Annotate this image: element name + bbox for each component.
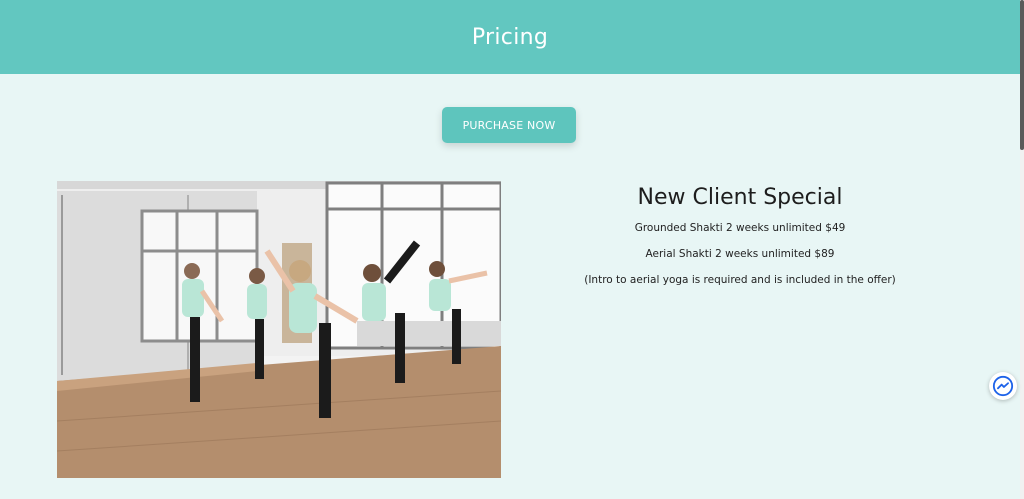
messenger-chat-button[interactable]: [989, 372, 1017, 400]
scrollbar-thumb[interactable]: [1020, 0, 1024, 150]
offer-note: (Intro to aerial yoga is required and is…: [584, 274, 896, 286]
yoga-class-illustration: [57, 181, 501, 478]
purchase-now-button[interactable]: PURCHASE NOW: [442, 107, 576, 143]
scrollbar[interactable]: [1020, 0, 1024, 499]
offer-line-aerial: Aerial Shakti 2 weeks unlimited $89: [645, 248, 835, 260]
offer-line-grounded: Grounded Shakti 2 weeks unlimited $49: [634, 222, 846, 234]
page-title: Pricing: [471, 24, 549, 50]
page-header: Pricing: [0, 0, 1020, 74]
messenger-icon: [992, 375, 1014, 397]
offer-title: New Client Special: [637, 185, 843, 210]
class-photo: [57, 181, 501, 478]
new-client-offer: New Client Special Grounded Shakti 2 wee…: [560, 185, 920, 300]
